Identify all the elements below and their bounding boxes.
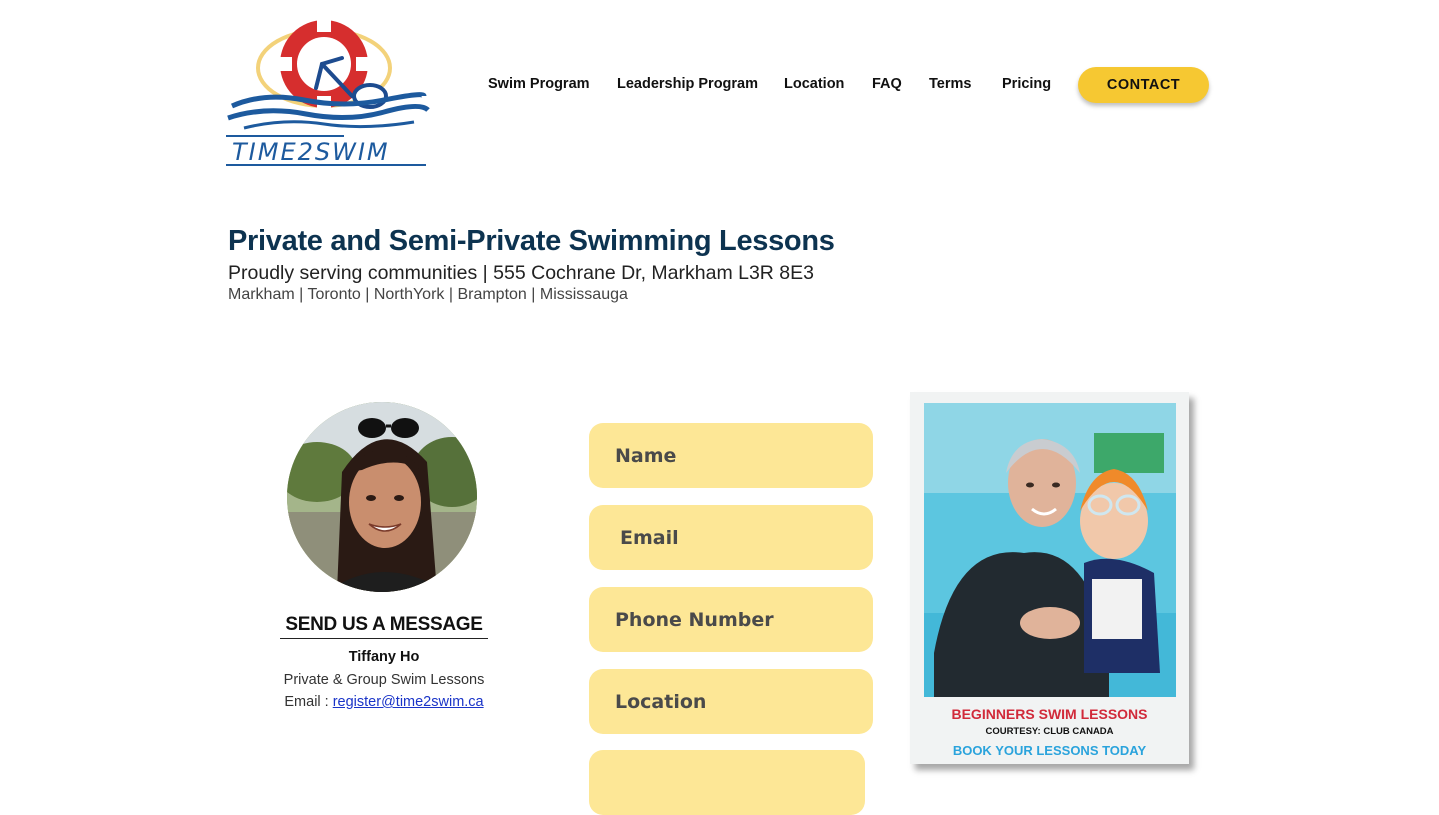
location-field-wrapper[interactable]: [589, 669, 873, 734]
email-field-wrapper[interactable]: [589, 505, 873, 570]
page-title: Private and Semi-Private Swimming Lesson…: [228, 225, 835, 257]
email-label: Email :: [284, 694, 333, 710]
promo-photo-card: BEGINNERS SWIM LESSONS COURTESY: CLUB CA…: [910, 392, 1189, 764]
promo-cta[interactable]: BOOK YOUR LESSONS TODAY: [910, 743, 1189, 758]
swim-lesson-photo: [924, 403, 1176, 697]
logo-text: TIME2SWIM: [232, 138, 390, 166]
promo-courtesy: COURTESY: CLUB CANADA: [985, 726, 1114, 737]
page-subtitle: Proudly serving communities | 555 Cochra…: [228, 262, 814, 284]
name-field[interactable]: [615, 444, 855, 467]
email-field[interactable]: [620, 526, 860, 549]
avatar-photo: [287, 402, 477, 592]
contact-role: Private & Group Swim Lessons: [283, 672, 485, 688]
nav-leadership-program[interactable]: Leadership Program: [617, 76, 758, 92]
nav-pricing[interactable]: Pricing: [1002, 76, 1051, 92]
send-message-heading: SEND US A MESSAGE: [280, 614, 488, 639]
phone-field-wrapper[interactable]: [589, 587, 873, 652]
contact-name: Tiffany Ho: [348, 649, 420, 665]
nav-faq[interactable]: FAQ: [872, 76, 902, 92]
nav-swim-program[interactable]: Swim Program: [488, 76, 590, 92]
name-field-wrapper[interactable]: [589, 423, 873, 488]
email-link[interactable]: register@time2swim.ca: [333, 694, 484, 710]
phone-field[interactable]: [615, 608, 855, 631]
time2swim-logo[interactable]: TIME2SWIM: [224, 14, 430, 170]
logo-graphic: TIME2SWIM: [226, 18, 430, 166]
nav-terms[interactable]: Terms: [929, 76, 971, 92]
nav-location[interactable]: Location: [784, 76, 844, 92]
contact-button[interactable]: CONTACT: [1078, 67, 1209, 103]
location-field[interactable]: [615, 690, 855, 713]
service-cities: Markham | Toronto | NorthYork | Brampton…: [228, 286, 628, 303]
promo-title: BEGINNERS SWIM LESSONS: [951, 706, 1148, 722]
contact-email-line: Email : register@time2swim.ca: [250, 694, 518, 710]
avatar: [287, 402, 477, 592]
